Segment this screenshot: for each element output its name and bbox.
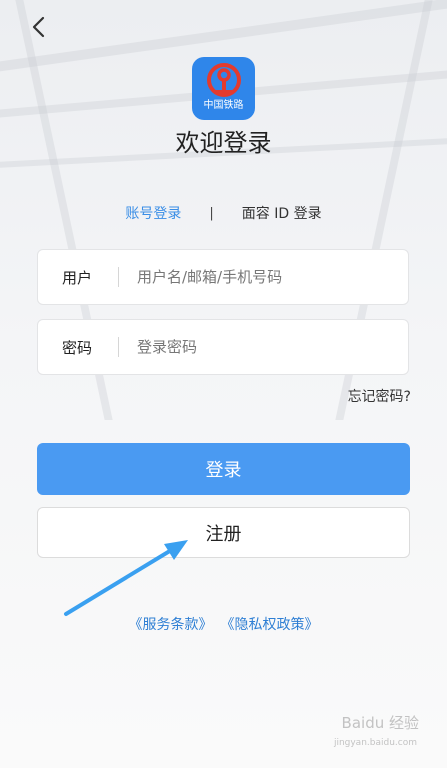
- login-button[interactable]: 登录: [37, 443, 410, 495]
- username-input[interactable]: [119, 267, 408, 287]
- page-title: 欢迎登录: [175, 129, 272, 157]
- username-label: 用户: [62, 268, 93, 287]
- logo-text: 中国铁路: [203, 100, 244, 111]
- tab-account-login[interactable]: 账号登录: [125, 203, 181, 223]
- forgot-password-link[interactable]: 忘记密码?: [348, 386, 411, 406]
- password-label: 密码: [62, 338, 93, 357]
- privacy-link[interactable]: 《隐私权政策》: [221, 617, 319, 633]
- tab-face-id-login[interactable]: 面容 ID 登录: [242, 203, 322, 223]
- password-field: 密码: [37, 319, 409, 375]
- app-logo: 中国铁路: [192, 57, 255, 120]
- password-input[interactable]: [119, 337, 408, 357]
- tab-separator: |: [209, 205, 214, 221]
- terms-link[interactable]: 《服务条款》: [129, 617, 213, 633]
- annotation-arrow-icon: [64, 540, 188, 616]
- username-field: 用户: [37, 249, 409, 305]
- railway-emblem-icon: [206, 63, 241, 97]
- policy-links: 《服务条款》 《隐私权政策》: [0, 614, 447, 634]
- watermark: Baidu 经验: [341, 714, 419, 732]
- watermark-url: jingyan.baidu.com: [333, 738, 417, 748]
- chevron-left-icon: [32, 16, 45, 38]
- back-button[interactable]: [24, 12, 54, 42]
- login-tabs: 账号登录 | 面容 ID 登录: [0, 200, 447, 226]
